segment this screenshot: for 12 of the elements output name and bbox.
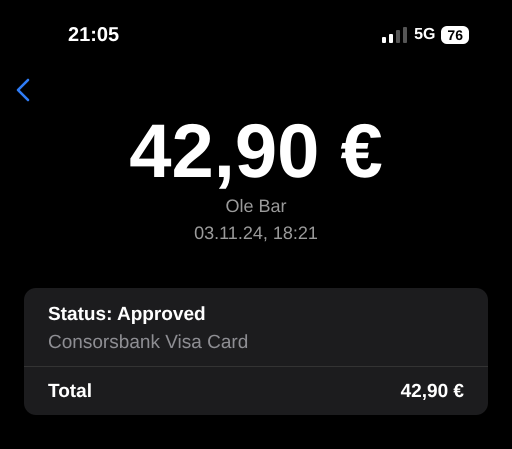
network-label: 5G (414, 26, 436, 44)
amount: 42,90 € (129, 110, 383, 194)
back-icon[interactable] (16, 78, 30, 102)
signal-icon (382, 27, 408, 43)
total-label: Total (48, 381, 92, 403)
merchant-name: Ole Bar (225, 196, 287, 217)
total-value: 42,90 € (400, 381, 464, 403)
transaction-date: 03.11.24, 18:21 (194, 223, 318, 244)
status-text: Status: Approved (48, 304, 207, 326)
battery-indicator: 76 (441, 26, 469, 44)
status-time: 21:05 (68, 24, 120, 46)
payment-method: Consorsbank Visa Card (48, 332, 250, 354)
